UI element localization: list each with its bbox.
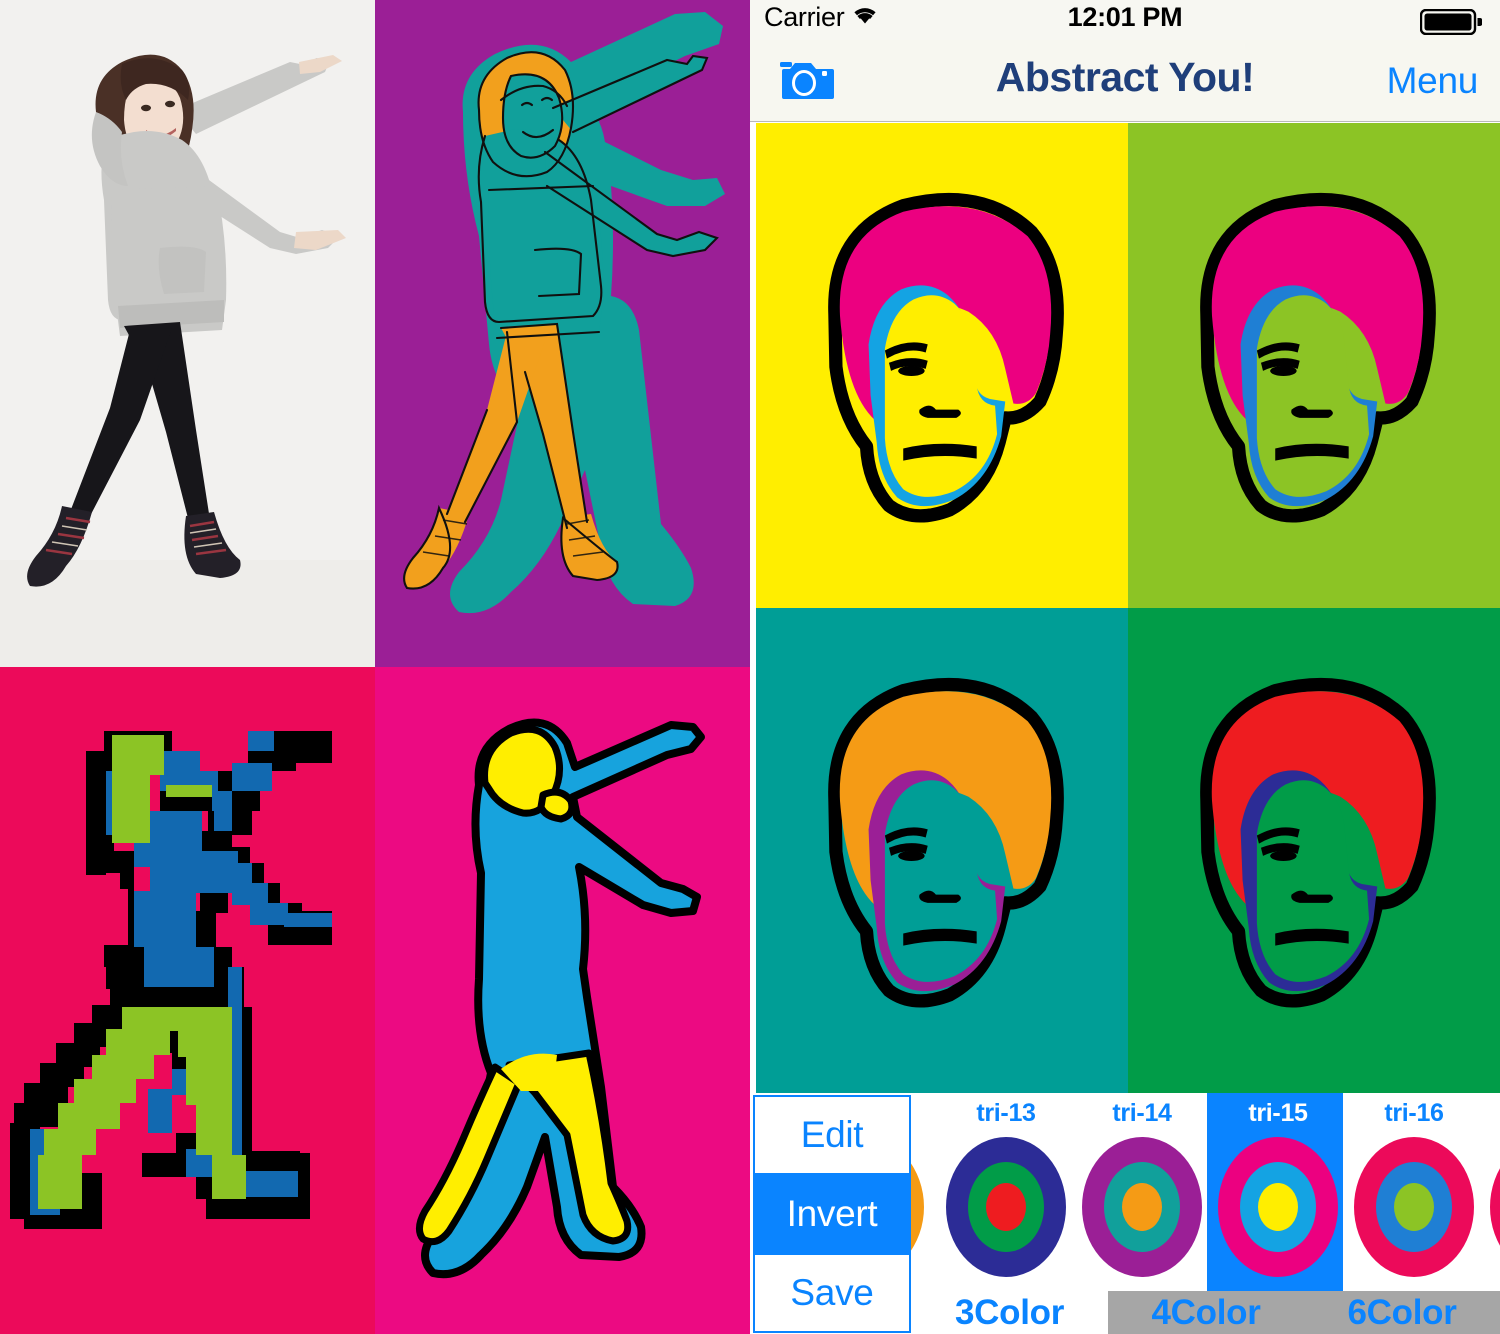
palette-rings xyxy=(911,1137,924,1277)
tab-3color-label: 3Color xyxy=(954,1292,1065,1332)
palette-ring-inner xyxy=(1122,1183,1162,1231)
pop-art-face-green xyxy=(1128,123,1500,608)
palette-swatch-tri-15[interactable]: tri-15 xyxy=(1207,1093,1349,1291)
pop-art-face-yellow xyxy=(756,123,1128,608)
palette-rings xyxy=(1218,1137,1338,1277)
phone-screen: Carrier 12:01 PM Abstract You! Menu Edit… xyxy=(750,0,1500,1334)
tab-4color-label: 4Color xyxy=(1151,1292,1261,1332)
edit-button-label: Edit xyxy=(800,1114,864,1155)
save-button-label: Save xyxy=(790,1272,874,1313)
tab-4color[interactable]: 4Color xyxy=(1108,1291,1304,1334)
action-button-group: Edit Invert Save xyxy=(753,1095,911,1334)
palette-rings xyxy=(1354,1137,1474,1277)
navigation-bar: Abstract You! Menu xyxy=(750,40,1500,122)
preview-panel-top-left[interactable] xyxy=(756,123,1128,608)
tab-6color-label: 6Color xyxy=(1347,1292,1457,1332)
invert-button[interactable]: Invert xyxy=(753,1174,911,1254)
pop-art-quad-preview[interactable] xyxy=(756,123,1500,1093)
preview-panel-bottom-right[interactable] xyxy=(1128,608,1500,1093)
palette-ring-inner xyxy=(986,1183,1026,1231)
invert-button-label: Invert xyxy=(786,1193,878,1234)
app-screenshot: Carrier 12:01 PM Abstract You! Menu Edit… xyxy=(0,0,1500,1334)
menu-button[interactable]: Menu xyxy=(1387,60,1479,102)
palette-rings xyxy=(1082,1137,1202,1277)
palette-swatch-label: tri-14 xyxy=(1112,1099,1172,1127)
save-button[interactable]: Save xyxy=(753,1253,911,1333)
status-bar-time: 12:01 PM xyxy=(1067,2,1183,32)
montage-teal-orange-sketch xyxy=(375,0,750,667)
palette-swatch-tri-13[interactable]: tri-13 xyxy=(935,1093,1077,1291)
palette-ring-inner xyxy=(1394,1183,1434,1231)
palette-swatch-label: tri-15 xyxy=(1248,1099,1308,1127)
flat-silhouette-art xyxy=(375,667,750,1334)
pop-art-face-kelly-green xyxy=(1128,608,1500,1093)
color-count-tab-bar[interactable]: 3Color 4Color 6Color xyxy=(911,1291,1500,1334)
palette-rings xyxy=(946,1137,1066,1277)
battery-full-icon xyxy=(1419,8,1483,40)
teal-orange-sketch-art xyxy=(375,0,750,667)
montage-flat-silhouette xyxy=(375,667,750,1334)
palette-ring-outer xyxy=(1490,1137,1500,1277)
palette-swatch-tri-16[interactable]: tri-16 xyxy=(1343,1093,1485,1291)
montage-pixelated-blocks xyxy=(0,667,375,1334)
original-photo-art xyxy=(0,0,375,667)
palette-ring-inner xyxy=(1258,1183,1298,1231)
palette-swatch-strip[interactable]: tri-13 tri-14 tri-15 tri-16 xyxy=(911,1093,1500,1291)
montage-original-photo xyxy=(0,0,375,667)
bottom-toolbar: Edit Invert Save tri-13 tri-14 tri-15 tr… xyxy=(750,1093,1500,1334)
montage-panel xyxy=(0,0,750,1334)
tab-6color[interactable]: 6Color xyxy=(1304,1291,1500,1334)
pixelated-blocks-art xyxy=(0,667,375,1334)
preview-panel-top-right[interactable] xyxy=(1128,123,1500,608)
palette-swatch-label: tri-16 xyxy=(1384,1099,1444,1127)
palette-ring-outer xyxy=(911,1137,924,1277)
status-bar: Carrier 12:01 PM xyxy=(750,0,1500,40)
palette-swatch-partial-right[interactable] xyxy=(1479,1093,1500,1291)
palette-swatch-partial-left[interactable] xyxy=(911,1093,935,1291)
palette-swatch-tri-14[interactable]: tri-14 xyxy=(1071,1093,1213,1291)
edit-button[interactable]: Edit xyxy=(753,1095,911,1175)
palette-rings xyxy=(1490,1137,1500,1277)
palette-swatch-label: tri-13 xyxy=(976,1099,1036,1127)
tab-3color[interactable]: 3Color xyxy=(911,1291,1108,1334)
preview-panel-bottom-left[interactable] xyxy=(756,608,1128,1093)
pop-art-face-teal xyxy=(756,608,1128,1093)
